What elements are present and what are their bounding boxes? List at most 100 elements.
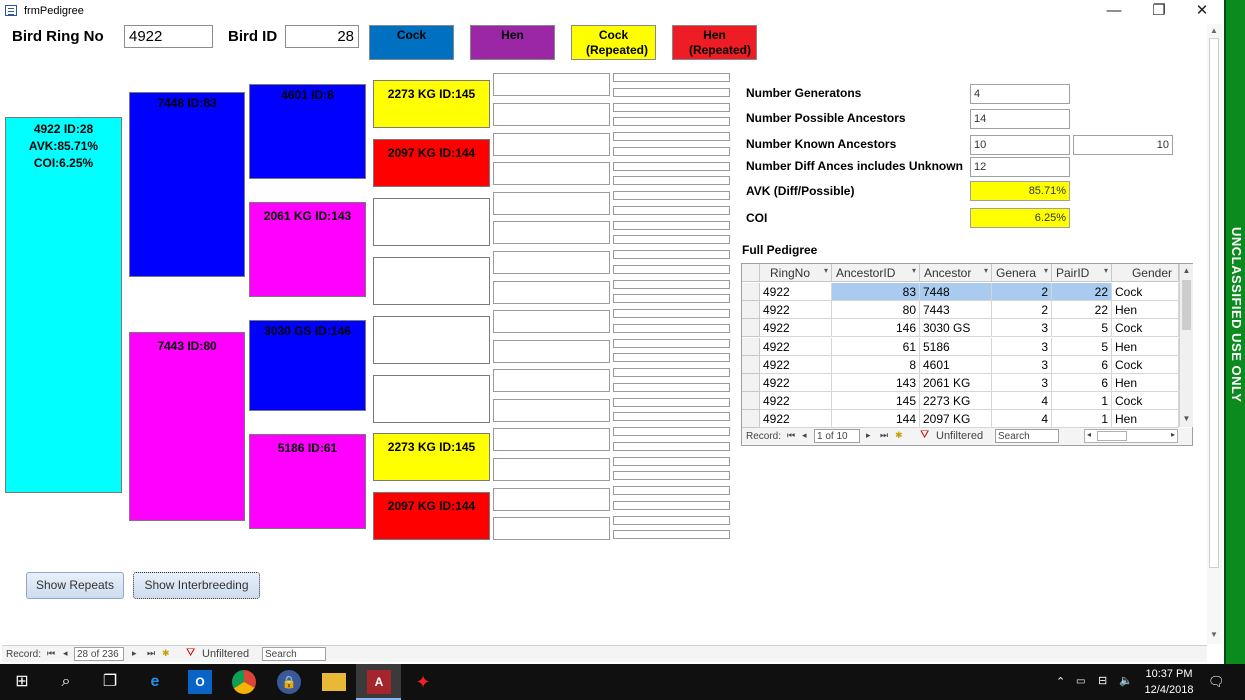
grid-cell-gender[interactable]: Hen [1112,374,1179,392]
full-pedigree-grid[interactable]: RingNo ▾ AncestorID ▾ Ancestor ▾ Genera ▾ Pa… [741,263,1193,446]
row-selector[interactable] [742,283,760,301]
grid-cell-genera[interactable]: 3 [992,337,1052,356]
scroll-left-icon[interactable]: ◂ [1087,430,1091,439]
grid-vertical-scrollbar[interactable]: ▲ ▼ [1179,264,1193,427]
grid-cell-gender[interactable]: Cock [1112,355,1179,374]
gen5-box[interactable] [493,103,610,126]
gen6-box[interactable] [613,103,730,112]
row-selector[interactable] [742,392,760,411]
col-header-ringno[interactable]: RingNo ▾ [760,264,832,282]
gen6-box[interactable] [613,516,730,525]
grid-cell-pairid[interactable]: 6 [1052,355,1112,374]
close-button[interactable]: ✕ [1180,0,1224,22]
pigeon-app-icon[interactable]: ✦ [411,670,435,694]
gen6-box[interactable] [613,206,730,215]
grid-cell-ringno[interactable]: 4922 [760,319,832,338]
grid-cell-pairid[interactable]: 1 [1052,392,1112,411]
grid-cell-pairid[interactable]: 6 [1052,374,1112,392]
grid-cell-ancestor[interactable]: 7443 [920,301,992,320]
battery-icon[interactable]: ▭ [1076,676,1085,687]
search-icon[interactable]: ⌕ [54,670,78,694]
scroll-down-icon[interactable]: ▼ [1181,414,1192,423]
gen6-box[interactable] [613,442,730,451]
form-search-input[interactable]: Search [262,647,326,661]
grid-cell-ancestorid[interactable]: 61 [832,337,920,356]
file-explorer-icon[interactable] [322,673,346,691]
row-selector[interactable] [742,337,760,356]
gen5-box[interactable] [493,310,610,333]
chevron-down-icon[interactable]: ▾ [912,266,916,275]
grid-cell-ancestor[interactable]: 4601 [920,355,992,374]
gen6-box[interactable] [613,235,730,244]
grid-cell-ancestorid[interactable]: 83 [832,283,920,301]
col-header-ancestorid[interactable]: AncestorID ▾ [832,264,920,282]
grid-cell-gender[interactable]: Cock [1112,283,1179,301]
coi-field[interactable]: 6.25% [970,208,1070,228]
grid-cell-gender[interactable]: Cock [1112,392,1179,411]
grid-cell-gender[interactable]: Hen [1112,410,1179,429]
grid-cell-pairid[interactable]: 22 [1052,283,1112,301]
show-repeats-button[interactable]: Show Repeats [26,572,124,599]
grid-cell-ancestor[interactable]: 3030 GS [920,319,992,338]
bird-ring-field[interactable]: 4922 [124,25,213,48]
prev-record-icon[interactable]: ◂ [802,430,807,441]
row-selector[interactable] [742,301,760,320]
minimize-button[interactable]: — [1092,0,1136,22]
grid-cell-genera[interactable]: 4 [992,410,1052,429]
scroll-up-icon[interactable]: ▲ [1210,26,1218,35]
sire-dam-box[interactable]: 2061 KG ID:143 [249,202,366,297]
gen4-box-1[interactable]: 2273 KG ID:145 [373,80,490,128]
grid-cell-gender[interactable]: Hen [1112,301,1179,320]
gen6-box[interactable] [613,501,730,510]
grid-cell-genera[interactable]: 2 [992,283,1052,301]
new-record-icon[interactable]: ✱ [162,648,170,659]
grid-cell-ancestorid[interactable]: 146 [832,319,920,338]
gen6-box[interactable] [613,486,730,495]
gen5-box[interactable] [493,251,610,274]
task-view-icon[interactable]: ❐ [98,670,122,694]
known-ancestors-extra-field[interactable]: 10 [1073,135,1173,155]
edge-browser-icon[interactable]: e [143,670,167,694]
network-icon[interactable]: ⊟ [1098,674,1107,687]
chevron-down-icon[interactable]: ▾ [824,266,828,275]
grid-cell-pairid[interactable]: 5 [1052,337,1112,356]
first-record-icon[interactable]: ⏮ [787,430,795,441]
row-selector[interactable] [742,355,760,374]
gen6-box[interactable] [613,250,730,259]
form-filter-status[interactable]: Unfiltered [202,648,249,660]
gen6-box[interactable] [613,471,730,480]
grid-cell-ancestorid[interactable]: 144 [832,410,920,429]
gen5-box[interactable] [493,162,610,185]
grid-cell-pairid[interactable]: 22 [1052,301,1112,320]
dam-sire-box[interactable]: 3030 GS ID:146 [249,320,366,411]
last-record-icon[interactable]: ⏭ [147,648,155,659]
grid-cell-ancestor[interactable]: 2061 KG [920,374,992,392]
gen6-box[interactable] [613,383,730,392]
grid-cell-ancestorid[interactable]: 143 [832,374,920,392]
chrome-icon[interactable] [232,670,256,694]
scroll-thumb[interactable] [1209,38,1219,568]
show-interbreeding-button[interactable]: Show Interbreeding [133,572,260,599]
grid-cell-ancestorid[interactable]: 145 [832,392,920,411]
gen5-box[interactable] [493,517,610,540]
restore-button[interactable]: ❐ [1137,0,1181,22]
grid-cell-ringno[interactable]: 4922 [760,392,832,411]
grid-cell-ancestor[interactable]: 5186 [920,337,992,356]
col-header-genera[interactable]: Genera ▾ [992,264,1052,282]
grid-cell-ringno[interactable]: 4922 [760,355,832,374]
grid-search-input[interactable]: Search [995,429,1059,443]
scroll-thumb[interactable] [1097,431,1127,441]
form-vertical-scrollbar[interactable]: ▲ ▼ [1207,24,1222,644]
gen6-box[interactable] [613,339,730,348]
gen6-box[interactable] [613,412,730,421]
chevron-up-icon[interactable]: ⌃ [1056,675,1065,688]
sire-sire-box[interactable]: 4601 ID:8 [249,84,366,179]
grid-cell-pairid[interactable]: 1 [1052,410,1112,429]
grid-cell-ancestorid[interactable]: 8 [832,355,920,374]
gen4-box-4[interactable] [373,257,490,305]
gen5-box[interactable] [493,428,610,451]
gen6-box[interactable] [613,73,730,82]
chevron-down-icon[interactable]: ▾ [1044,266,1048,275]
sire-box[interactable]: 7448 ID:83 [129,92,245,277]
next-record-icon[interactable]: ▸ [866,430,871,441]
